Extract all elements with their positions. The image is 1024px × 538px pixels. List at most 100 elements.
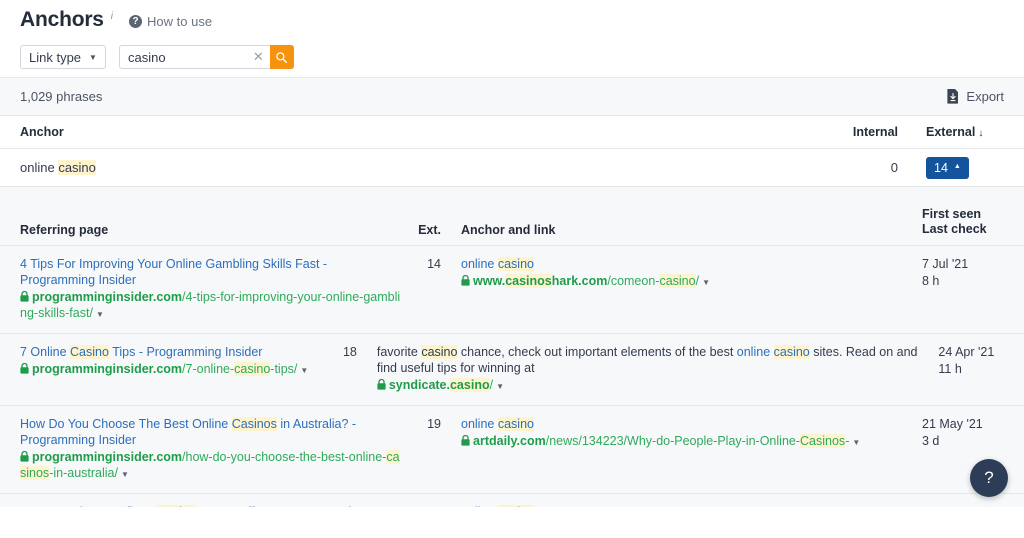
expand-caret-icon[interactable]: ▼	[96, 310, 104, 319]
anchor-target-path: /	[489, 378, 494, 392]
referring-page-title[interactable]: How Do You Choose The Best Online Casino…	[20, 416, 405, 448]
anchor-highlight: casino	[58, 160, 96, 175]
anchor-target-path: /news/134223/Why-do-People-Play-in-Onlin…	[545, 434, 850, 448]
anchor-and-link-cell: online casinokamikajino.com/▼	[447, 504, 922, 507]
anchor-target-domain: www.casinoshark.com	[473, 274, 608, 288]
phrase-count: 1,029 phrases	[20, 89, 103, 104]
table-row: 4 Tips For Improving Your Online Gamblin…	[0, 246, 1024, 334]
column-header-anchor[interactable]: Anchor	[20, 125, 822, 139]
last-check-value: 3 d	[922, 434, 940, 448]
anchor-cell: online casino	[20, 160, 822, 175]
referring-page-cell: How to Make a Profit on Casino Bonus Off…	[20, 504, 405, 507]
phrases-bar: 1,029 phrases Export	[0, 78, 1024, 116]
anchor-target-url[interactable]: syndicate.casino/▼	[377, 377, 939, 395]
ext-count-value: 19	[427, 417, 441, 431]
dates-cell: 28 Apr '214 d	[922, 504, 1004, 507]
column-header-dates[interactable]: First seen Last check	[922, 207, 1004, 237]
anchors-page: Anchors i ? How to use Link type ▼ ✕	[0, 0, 1024, 538]
search-input[interactable]	[119, 46, 250, 68]
ext-count-cell: 18	[328, 344, 363, 395]
export-label: Export	[966, 89, 1004, 104]
search-box: ✕	[118, 45, 294, 69]
anchor-and-link-cell: online casino www.casinoshark.com/comeon-…	[447, 256, 922, 323]
anchor-target-path: /comeon-casino/	[607, 274, 700, 288]
column-header-referring-page[interactable]: Referring page	[20, 223, 405, 237]
link-type-dropdown[interactable]: Link type ▼	[20, 45, 106, 69]
expand-caret-icon[interactable]: ▼	[852, 438, 860, 447]
referring-page-url[interactable]: programminginsider.com/how-do-you-choose…	[20, 449, 405, 483]
column-header-anchor-and-link[interactable]: Anchor and link	[447, 223, 922, 237]
filter-controls: Link type ▼ ✕	[20, 45, 1004, 69]
ext-count-cell: 14	[405, 256, 447, 323]
anchor-summary-row: online casino 0 14 ▲	[0, 149, 1024, 187]
anchor-target-domain: syndicate.casino	[388, 378, 490, 392]
first-seen-value: 21 May '21	[922, 417, 983, 431]
first-seen-value: 7 Jul '21	[922, 257, 969, 271]
anchor-text[interactable]: online casino	[461, 416, 922, 432]
expand-caret-icon[interactable]: ▼	[496, 382, 504, 391]
link-type-label: Link type	[29, 49, 82, 65]
lock-icon	[461, 274, 470, 290]
sort-desc-icon: ↓	[978, 128, 984, 139]
anchor-text[interactable]: online casino	[461, 256, 922, 272]
referring-page-cell: 7 Online Casino Tips - Programming Insid…	[20, 344, 328, 395]
referring-page-url[interactable]: programminginsider.com/4-tips-for-improv…	[20, 289, 405, 323]
anchor-text: favorite casino chance, check out import…	[376, 345, 918, 375]
external-count-cell: 14 ▲	[912, 156, 1004, 179]
how-to-use-label: How to use	[147, 14, 213, 29]
title-row: Anchors i ? How to use	[20, 8, 1004, 34]
expand-caret-icon[interactable]: ▼	[702, 278, 710, 287]
first-seen-value: 24 Apr '21	[938, 345, 995, 359]
column-header-last-check: Last check	[922, 222, 987, 236]
column-header-ext[interactable]: Ext.	[405, 223, 447, 237]
dates-cell: 24 Apr '21 11 h	[938, 344, 1004, 395]
export-button[interactable]: Export	[947, 89, 1004, 104]
search-icon	[276, 51, 288, 63]
anchor-target-url[interactable]: www.casinoshark.com/comeon-casino/▼	[461, 273, 922, 291]
ext-count-cell: 14	[405, 504, 447, 507]
ext-count-value: 14	[427, 257, 441, 271]
lock-icon	[20, 362, 29, 378]
anchor-prefix: online	[20, 160, 59, 175]
anchor-text[interactable]: online casino	[461, 504, 922, 507]
referring-page-cell: How Do You Choose The Best Online Casino…	[20, 416, 405, 483]
anchor-and-link-cell: favorite casino chance, check out import…	[363, 344, 939, 395]
export-icon	[947, 89, 959, 104]
referring-page-url[interactable]: programminginsider.com/7-online-casino-t…	[20, 361, 328, 379]
referring-page-path: /7-online-casino-tips/	[182, 362, 298, 376]
triangle-up-icon: ▲	[953, 163, 961, 170]
anchor-target-domain: artdaily.com	[473, 434, 546, 448]
referring-page-domain: programminginsider.com	[32, 290, 183, 304]
expand-caret-icon[interactable]: ▼	[300, 366, 308, 375]
referring-page-domain: programminginsider.com	[32, 450, 183, 464]
table-row: How to Make a Profit on Casino Bonus Off…	[0, 494, 1024, 507]
referring-page-title[interactable]: How to Make a Profit on Casino Bonus Off…	[20, 504, 405, 507]
anchor-summary-header: Anchor Internal External ↓	[0, 116, 1024, 149]
internal-count: 0	[890, 160, 898, 175]
referring-page-domain: programminginsider.com	[32, 362, 183, 376]
expand-caret-icon[interactable]: ▼	[121, 470, 129, 479]
detail-table-header: Referring page Ext. Anchor and link Firs…	[0, 187, 1024, 246]
help-fab-button[interactable]: ?	[970, 459, 1008, 497]
toolbar: Anchors i ? How to use Link type ▼ ✕	[0, 0, 1024, 78]
info-superscript: i	[110, 11, 114, 22]
lock-icon	[461, 434, 470, 450]
dates-cell: 7 Jul '21 8 h	[922, 256, 1004, 323]
referring-page-title[interactable]: 7 Online Casino Tips - Programming Insid…	[20, 344, 328, 360]
clear-icon[interactable]: ✕	[250, 46, 267, 68]
column-header-external[interactable]: External ↓	[912, 125, 1004, 139]
anchor-target-url[interactable]: artdaily.com/news/134223/Why-do-People-P…	[461, 433, 922, 451]
last-check-value: 11 h	[938, 362, 962, 376]
referring-page-cell: 4 Tips For Improving Your Online Gamblin…	[20, 256, 405, 323]
external-count-badge[interactable]: 14 ▲	[926, 156, 969, 179]
lock-icon	[20, 450, 29, 466]
search-button[interactable]	[269, 45, 294, 69]
first-seen-value: 28 Apr '21	[922, 504, 1004, 507]
detail-rows: 4 Tips For Improving Your Online Gamblin…	[0, 246, 1024, 507]
how-to-use-link[interactable]: ? How to use	[129, 14, 212, 29]
table-row: 7 Online Casino Tips - Programming Insid…	[0, 334, 1024, 406]
column-header-internal[interactable]: Internal	[822, 125, 912, 139]
last-check-value: 8 h	[922, 274, 940, 288]
question-mark-icon: ?	[129, 15, 143, 28]
referring-page-title[interactable]: 4 Tips For Improving Your Online Gamblin…	[20, 256, 405, 288]
